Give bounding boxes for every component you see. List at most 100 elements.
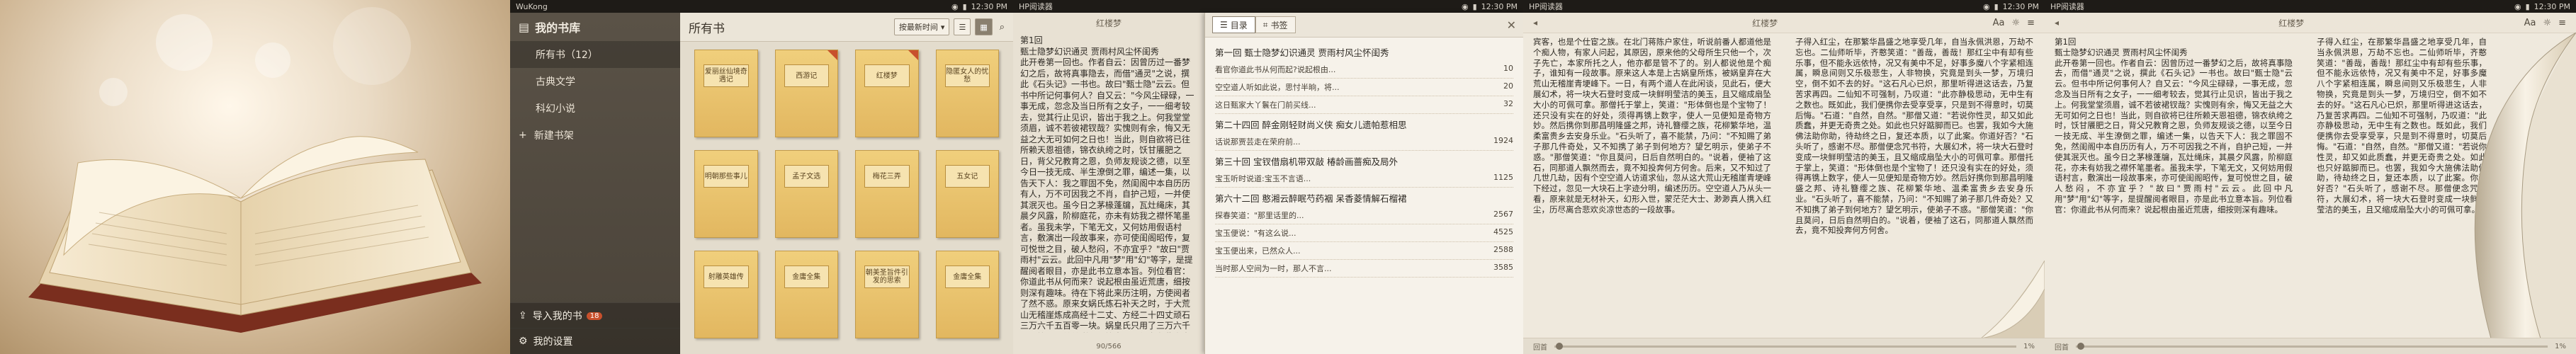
settings-button[interactable]: ⚙ 我的设置: [510, 328, 680, 354]
toc-entry-page: 4525: [1493, 227, 1513, 236]
book-cover[interactable]: 朝美圣旨件引发的思索: [855, 251, 919, 338]
page-text: 第1回 甄士隐梦幻识通灵 贾雨村风尘怀闺秀 此开卷第一回也。作者自云：因曾历过一…: [1020, 35, 1194, 333]
import-label: 导入我的书: [532, 311, 582, 322]
reader-screen-curl: HP阅读器 ◉ ▮ 12:30 PM ◂ 红楼梦 Aa ☼ ≡ 第1回 甄士隐梦幻识通灵…: [2045, 0, 2576, 354]
reader-screen: HP阅读器 ◉ ▮ 12:30 PM ◂ 红楼梦 Aa ☼ ≡ 宾客，也是个仕宦之族。在…: [1523, 0, 2045, 354]
toc-chapter[interactable]: 第一回 甄士隐梦幻识通灵 贾雨村风尘怀闺秀: [1215, 42, 1513, 61]
tab-toc-label: 目录: [1230, 20, 1248, 30]
tab-bookmarks[interactable]: ⌗ 书签: [1255, 16, 1296, 33]
font-size-button[interactable]: Aa: [2524, 18, 2536, 28]
reader-footer: 回首 1%: [1523, 338, 2045, 354]
book-cover[interactable]: 红楼梦: [855, 50, 919, 137]
plus-icon: +: [519, 130, 527, 141]
font-size-button[interactable]: Aa: [1993, 18, 2005, 28]
book-cover[interactable]: 五女记: [935, 150, 999, 238]
chevron-down-icon: ▾: [940, 22, 945, 32]
new-shelf-button[interactable]: + 新建书架: [510, 122, 680, 149]
reader-toolbar: ◂ 红楼梦 Aa ☼ ≡: [2045, 13, 2576, 33]
brightness-icon[interactable]: ☼: [2011, 18, 2020, 28]
toc-entry[interactable]: 宝玉听时说道:宝玉不言语... 1125: [1215, 170, 1513, 188]
book-cover[interactable]: 金庸全集: [935, 251, 999, 338]
left-column-text: 宾客，也是个仕宦之族。在北门蒋陈户家住，听说前番人都道他是个痴人物，有家人问起，…: [1533, 37, 1771, 215]
book-cover[interactable]: 明朝那些事儿: [694, 150, 758, 238]
book-cover[interactable]: 隐匿女人的忧愁: [935, 50, 999, 137]
toc-entry[interactable]: 话说那贾芸走在荣府前... 1924: [1215, 133, 1513, 151]
toc-entry[interactable]: 当时那人空间为一时，那人不言... 3585: [1215, 260, 1513, 278]
book-cover[interactable]: 射雕英雄传: [694, 251, 758, 338]
progress-percent: 1%: [2023, 342, 2035, 350]
tab-toc[interactable]: ☰ 目录: [1212, 16, 1255, 33]
toc-screen: HP阅读器 ◉ ▮ 12:30 PM 红楼梦 第1回 甄士隐梦幻识通灵 贾雨村风尘怀…: [1013, 0, 1523, 354]
sort-dropdown[interactable]: 按最新时间 ▾: [893, 18, 950, 35]
progress-percent: 1%: [2555, 342, 2566, 350]
book-title-label: 明朝那些事儿: [704, 165, 749, 188]
brightness-icon[interactable]: ☼: [2543, 18, 2551, 28]
toc-entry-page: 10: [1503, 64, 1513, 73]
sidebar-item-classics[interactable]: 古典文学: [510, 68, 680, 95]
search-icon[interactable]: ⌕: [1000, 22, 1005, 33]
book-title: 红楼梦: [1095, 18, 1122, 28]
book-title-label: 金庸全集: [944, 266, 990, 288]
settings-label: 我的设置: [533, 336, 573, 348]
toc-entry[interactable]: 空空道人听如此说，思忖半晌，将... 20: [1215, 79, 1513, 96]
toc-chapter[interactable]: 第三十回 宝钗借扇机带双敲 椿龄画蔷痴及局外: [1215, 151, 1513, 170]
toc-entry[interactable]: 探春笑道："那里话里的... 2567: [1215, 207, 1513, 224]
toc-chapter[interactable]: 第二十四回 醉金刚轻财尚义侠 痴女儿遗帕惹相思: [1215, 114, 1513, 133]
new-book-ribbon: [908, 50, 918, 60]
close-icon[interactable]: ✕: [1507, 18, 1516, 32]
toc-entry-page: 2588: [1493, 245, 1513, 254]
toc-entry-page: 1125: [1493, 173, 1513, 182]
book-cover[interactable]: 爱丽丝仙境奇遇记: [694, 50, 758, 137]
reader-footer: 回首 1%: [2045, 338, 2576, 354]
battery-icon: ▮: [2525, 1, 2530, 11]
progress-knob[interactable]: [1555, 342, 1563, 350]
progress-slider[interactable]: [1554, 342, 2017, 350]
page-curl[interactable]: [1981, 261, 2045, 338]
bookmark-icon: ⌗: [1262, 19, 1268, 30]
progress-slider[interactable]: [2076, 342, 2548, 350]
sidebar-item-all-books[interactable]: 所有书（12）: [510, 41, 680, 68]
progress-knob[interactable]: [2077, 342, 2084, 350]
left-column-text: 第1回 甄士隐梦幻识通灵 贾雨村风尘怀闺秀 此开卷第一回也。作者自云：因曾历过一…: [2055, 37, 2293, 215]
grid-view-button[interactable]: ▦: [975, 18, 993, 35]
status-bar: WuKong ◉ ▮ 12:30 PM: [510, 0, 1013, 13]
chapter-start-label: 回首: [1533, 343, 1547, 352]
book-cover[interactable]: 西游记: [774, 50, 838, 137]
import-count-badge: 18: [586, 312, 603, 320]
toc-chapter[interactable]: 第六十二回 憨湘云醉眠芍药裀 呆香菱情解石榴裙: [1215, 188, 1513, 207]
new-shelf-label: 新建书架: [533, 130, 574, 142]
list-view-button[interactable]: ☰: [954, 18, 971, 35]
page-curl[interactable]: [2448, 33, 2576, 338]
toc-entry-page: 2567: [1493, 210, 1513, 219]
toc-entry[interactable]: 宝玉便说："有这么说... 4525: [1215, 224, 1513, 242]
toc-entry[interactable]: 宝玉便出来，已然众人... 2588: [1215, 242, 1513, 260]
import-books-button[interactable]: ⇪ 导入我的书 18: [510, 302, 680, 329]
splash-screen: [0, 0, 510, 354]
clock: 12:30 PM: [2002, 1, 2039, 11]
page-indicator: 90/566: [1096, 342, 1122, 350]
toc-entry[interactable]: 这日甄家大丫鬟在门前买线... 32: [1215, 96, 1513, 114]
wifi-icon: ◉: [951, 1, 959, 11]
book-cover[interactable]: 金庸全集: [774, 251, 838, 338]
book-title-label: 红楼梦: [864, 64, 910, 87]
battery-icon: ▮: [962, 1, 967, 11]
book-title-label: 五女记: [944, 165, 990, 188]
toc-entry-text: 探春笑道："那里话里的...: [1215, 211, 1304, 220]
book-cover[interactable]: 梅花三弄: [855, 150, 919, 238]
toc-entry-text: 看官你道此书从何而起?说起根由...: [1215, 65, 1336, 74]
wifi-icon: ◉: [2514, 1, 2521, 11]
sidebar-item-scifi[interactable]: 科幻小说: [510, 95, 680, 122]
menu-icon[interactable]: ≡: [2558, 18, 2566, 28]
tab-bookmarks-label: 书签: [1270, 20, 1288, 30]
book-cover[interactable]: 孟子文选: [774, 150, 838, 238]
toc-entry-text: 话说那贾芸走在荣府前...: [1215, 137, 1301, 147]
toc-entry-page: 20: [1503, 81, 1513, 91]
book-title-label: 孟子文选: [784, 165, 829, 188]
toc-entry-page: 32: [1503, 99, 1513, 108]
app-name: HP阅读器: [1019, 2, 1053, 11]
toc-entry-text: 宝玉便说："有这么说...: [1215, 229, 1297, 238]
menu-icon[interactable]: ≡: [2027, 18, 2035, 28]
book-title-label: 梅花三弄: [864, 165, 910, 188]
status-bar: HP阅读器 ◉ ▮ 12:30 PM: [2045, 0, 2576, 13]
toc-entry[interactable]: 看官你道此书从何而起?说起根由... 10: [1215, 61, 1513, 79]
